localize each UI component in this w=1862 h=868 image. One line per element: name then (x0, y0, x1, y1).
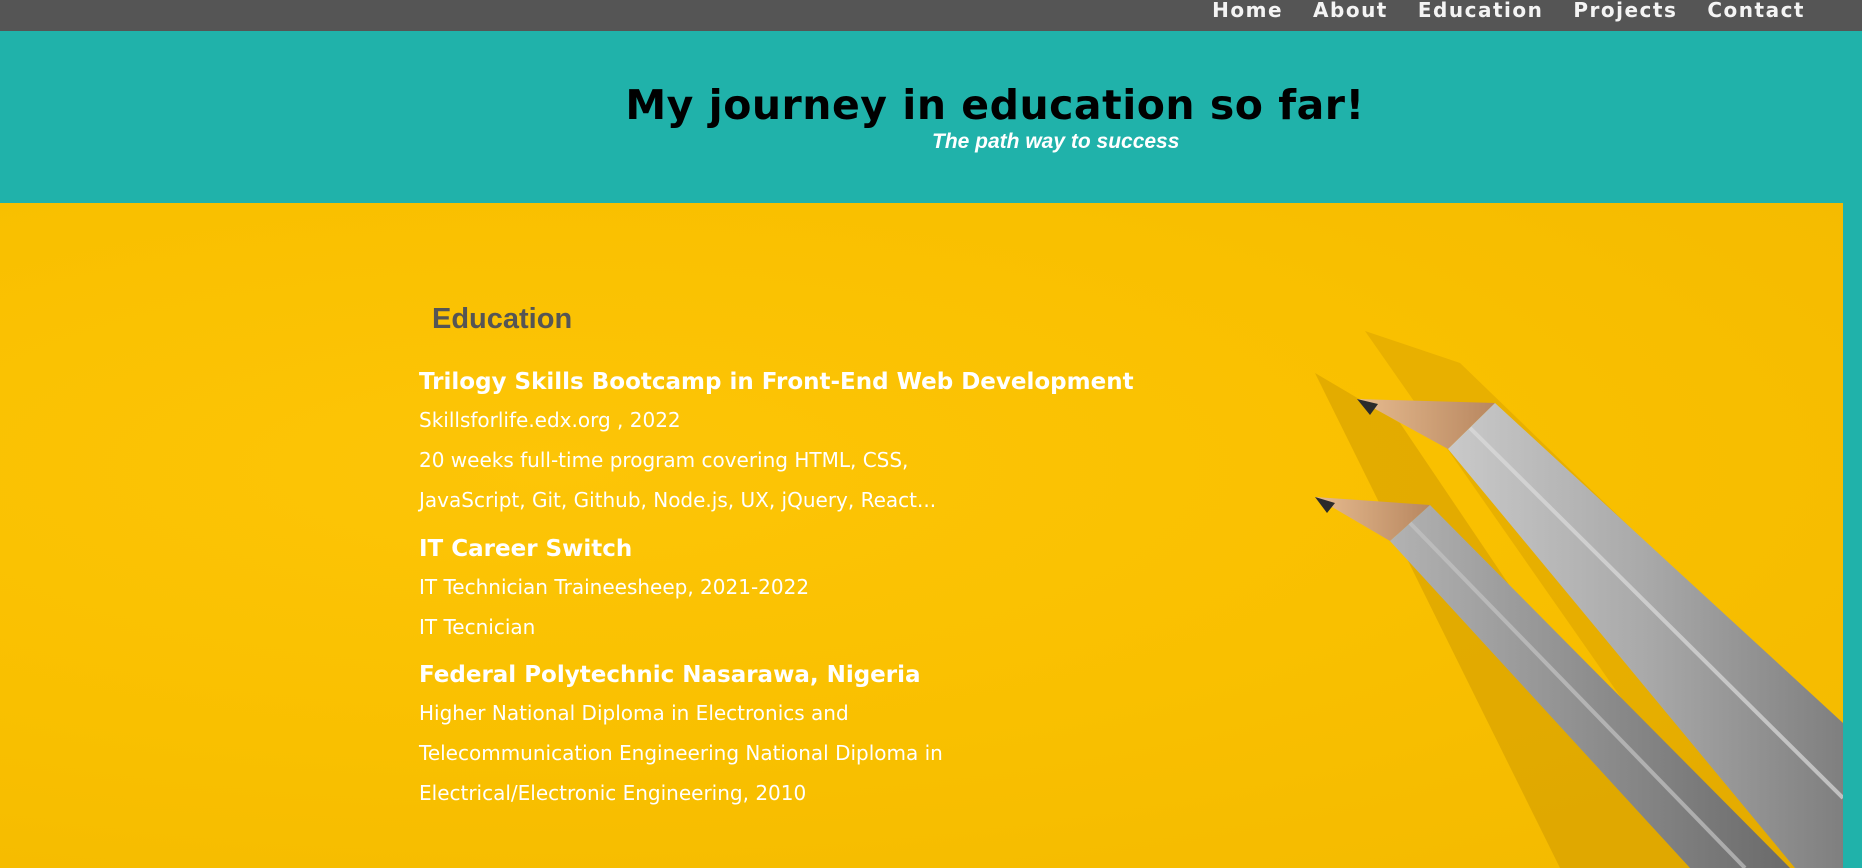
education-entry: IT Career Switch IT Technician Traineesh… (419, 535, 809, 647)
nav-link-home[interactable]: Home (1197, 0, 1298, 20)
education-entry-title: IT Career Switch (419, 536, 633, 562)
education-entry: Federal Polytechnic Nasarawa, Nigeria Hi… (419, 661, 943, 813)
education-entry-title: Trilogy Skills Bootcamp in Front-End Web… (419, 369, 1134, 395)
nav-links: Home About Education Projects Contact (1197, 0, 1820, 20)
education-entry-line: 20 weeks full-time program covering HTML… (419, 448, 909, 472)
section-edge (1843, 203, 1862, 868)
education-section: Education Trilogy Skills Bootcamp in Fro… (0, 203, 1843, 868)
nav-link-projects[interactable]: Projects (1558, 0, 1692, 20)
education-entry-line: Electrical/Electronic Engineering, 2010 (419, 781, 807, 805)
page-title: My journey in education so far! (625, 81, 1365, 129)
education-entry-line: JavaScript, Git, Github, Node.js, UX, jQ… (419, 488, 937, 512)
education-entry-line: Telecommunication Engineering National D… (419, 741, 943, 765)
education-entry-line: Higher National Diploma in Electronics a… (419, 701, 849, 725)
education-entry-title: Federal Polytechnic Nasarawa, Nigeria (419, 662, 921, 688)
education-entry-line: IT Technician Traineesheep, 2021-2022 (419, 575, 810, 599)
nav-link-contact[interactable]: Contact (1692, 0, 1820, 20)
nav-link-about[interactable]: About (1298, 0, 1403, 20)
section-heading: Education (432, 303, 573, 335)
education-entry-line: IT Tecnician (419, 615, 536, 639)
page-header: My journey in education so far! The path… (0, 31, 1862, 203)
top-navbar: Home About Education Projects Contact (0, 0, 1862, 31)
page-subtitle: The path way to success (932, 130, 1180, 153)
education-entry: Trilogy Skills Bootcamp in Front-End Web… (419, 368, 1134, 520)
nav-link-education[interactable]: Education (1403, 0, 1558, 20)
education-entry-line: Skillsforlife.edx.org , 2022 (419, 408, 681, 432)
